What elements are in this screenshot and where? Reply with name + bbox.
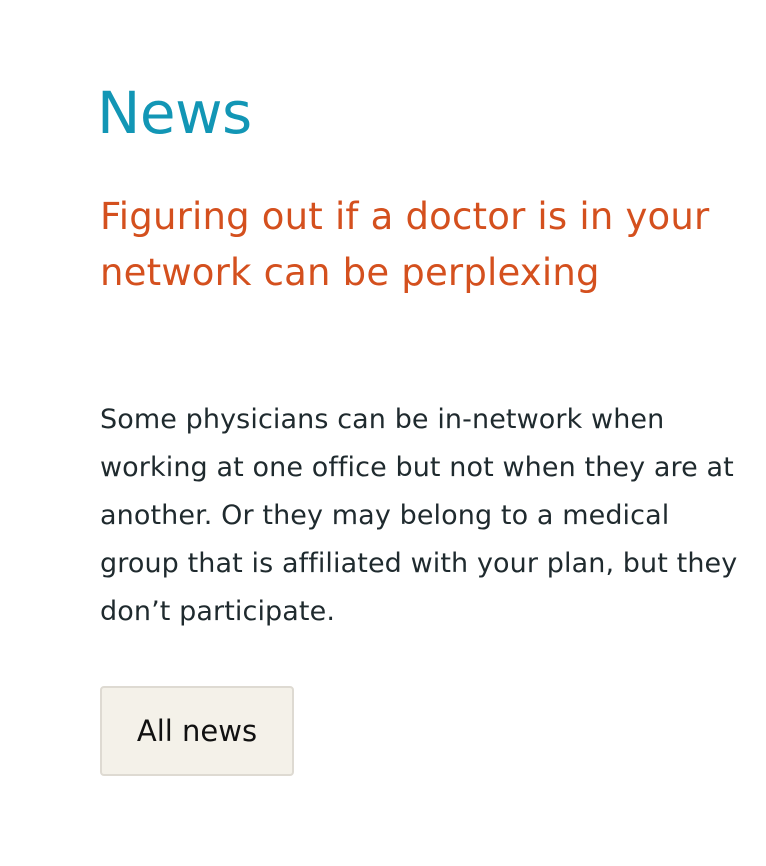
news-article-headline[interactable]: Figuring out if a doctor is in your netw…	[100, 189, 720, 301]
news-article-summary: Some physicians can be in-network when w…	[100, 404, 738, 627]
news-section-title: News	[97, 79, 252, 147]
news-section: News Figuring out if a doctor is in your…	[0, 0, 766, 866]
all-news-button[interactable]: All news	[100, 686, 294, 776]
